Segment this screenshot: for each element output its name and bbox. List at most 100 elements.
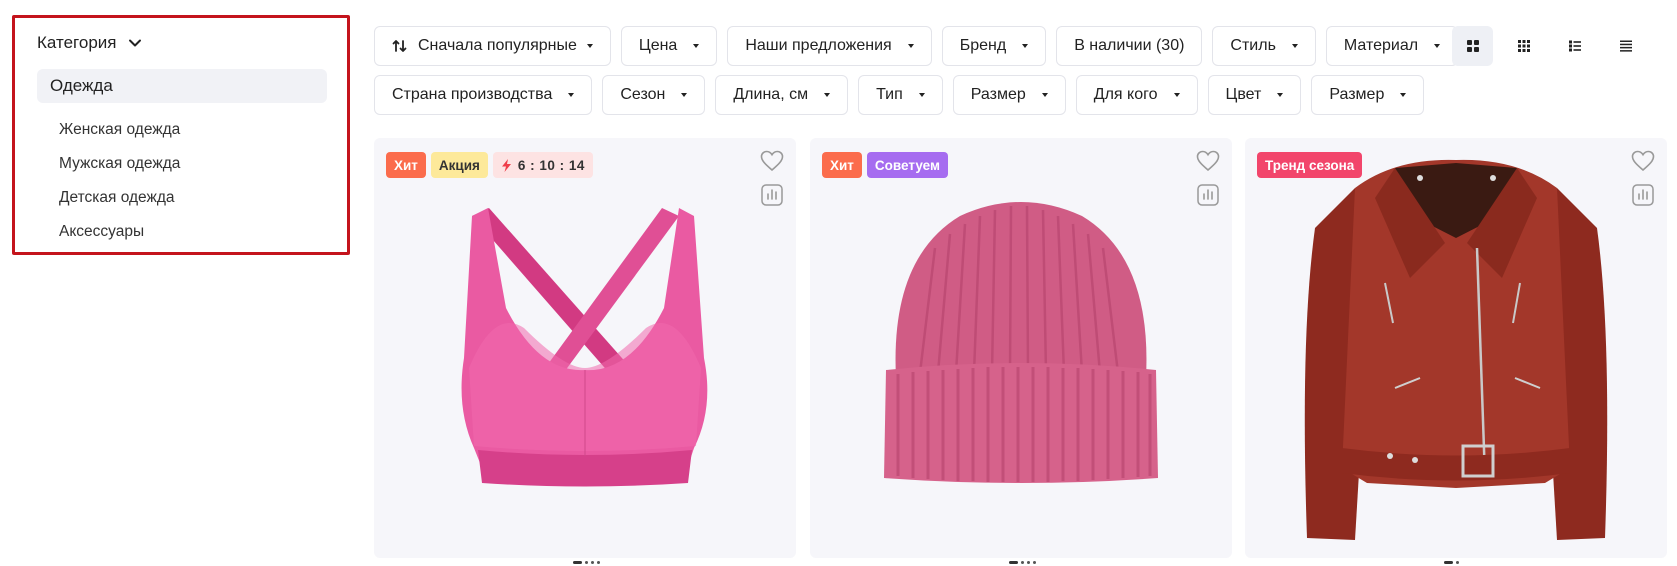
filter-label: Бренд — [959, 37, 1007, 54]
product-image-beanie[interactable] — [810, 138, 1232, 558]
category-item-active[interactable]: Одежда — [37, 69, 327, 103]
filter-in-stock[interactable]: В наличии (30) — [1056, 26, 1203, 66]
card-actions — [760, 150, 784, 206]
category-title: Категория — [37, 33, 117, 52]
filter-label: Цвет — [1225, 86, 1262, 103]
compare-icon[interactable] — [1632, 184, 1654, 206]
filter-country[interactable]: Страна производства — [374, 75, 593, 115]
carousel-dot[interactable] — [591, 561, 594, 564]
filter-size[interactable]: Размер — [952, 75, 1066, 115]
list-icon — [1568, 40, 1581, 52]
heart-icon[interactable] — [1631, 150, 1655, 172]
image-carousel-dots[interactable] — [1009, 561, 1036, 564]
card-actions — [1631, 150, 1655, 206]
filter-row-1: Сначала популярные Цена Наши предложения… — [374, 26, 1459, 66]
lightning-icon — [501, 158, 511, 172]
subcategory-label: Аксессуары — [59, 223, 145, 240]
filter-label: Цена — [638, 37, 678, 54]
compare-icon[interactable] — [761, 184, 783, 206]
card-actions — [1196, 150, 1220, 206]
filter-for-whom[interactable]: Для кого — [1075, 75, 1198, 115]
subcategory-label: Детская одежда — [59, 189, 175, 206]
badge-hit: Хит — [386, 152, 426, 178]
badge-group: Хит Советуем — [822, 152, 948, 178]
category-sidebar: Категория Одежда Женская одежда Мужская … — [12, 15, 350, 255]
carousel-dot[interactable] — [597, 561, 600, 564]
product-image-sports-bra[interactable] — [374, 138, 796, 558]
badge-recommend: Советуем — [866, 152, 948, 178]
caret-down-icon — [1173, 93, 1180, 97]
countdown-timer: 6 : 10 : 14 — [492, 152, 593, 178]
badge-group: Хит Акция 6 : 10 : 14 — [386, 152, 593, 178]
subcategory-label: Женская одежда — [59, 121, 181, 138]
subcategory-list: Женская одежда Мужская одежда Детская од… — [37, 113, 327, 249]
caret-down-icon — [918, 93, 925, 97]
subcategory-item-women[interactable]: Женская одежда — [37, 113, 327, 147]
caret-down-icon — [1041, 93, 1048, 97]
subcategory-item-men[interactable]: Мужская одежда — [37, 147, 327, 181]
category-active-label: Одежда — [50, 76, 113, 95]
view-list-button[interactable] — [1554, 26, 1595, 66]
view-grid-small-button[interactable] — [1503, 26, 1544, 66]
filter-season[interactable]: Сезон — [602, 75, 706, 115]
filter-label: Размер — [970, 86, 1026, 103]
filter-color[interactable]: Цвет — [1207, 75, 1302, 115]
caret-down-icon — [681, 93, 688, 97]
filter-label: Стиль — [1230, 37, 1276, 54]
filter-material[interactable]: Материал — [1325, 26, 1459, 66]
view-compact-list-button[interactable] — [1605, 26, 1646, 66]
filter-label: Размер — [1329, 86, 1385, 103]
product-card[interactable]: Тренд сезона — [1245, 138, 1667, 558]
caret-down-icon — [1291, 44, 1298, 48]
carousel-dot-active[interactable] — [573, 561, 582, 564]
carousel-dot-active[interactable] — [1009, 561, 1018, 564]
caret-down-icon — [1022, 44, 1029, 48]
heart-icon[interactable] — [760, 150, 784, 172]
filter-brand[interactable]: Бренд — [941, 26, 1047, 66]
filter-length[interactable]: Длина, см — [715, 75, 849, 115]
grid-small-icon — [1517, 40, 1530, 52]
subcategory-item-kids[interactable]: Детская одежда — [37, 181, 327, 215]
carousel-dot[interactable] — [585, 561, 588, 564]
view-grid-large-button[interactable] — [1452, 26, 1493, 66]
filter-type[interactable]: Тип — [858, 75, 943, 115]
product-card[interactable]: Хит Советуем — [810, 138, 1232, 558]
chevron-down-icon — [129, 39, 142, 47]
carousel-dot[interactable] — [1027, 561, 1030, 564]
badge-hit: Хит — [822, 152, 862, 178]
carousel-dot[interactable] — [1033, 561, 1036, 564]
sort-label: Сначала популярные — [418, 37, 577, 54]
filter-label: Сезон — [620, 86, 666, 103]
image-carousel-dots[interactable] — [1444, 561, 1459, 564]
subcategory-item-accessories[interactable]: Аксессуары — [37, 215, 327, 249]
timer-value: 6 : 10 : 14 — [517, 157, 585, 173]
caret-down-icon — [907, 44, 914, 48]
filter-style[interactable]: Стиль — [1212, 26, 1316, 66]
carousel-dot[interactable] — [1021, 561, 1024, 564]
product-image-leather-jacket[interactable] — [1245, 138, 1667, 558]
carousel-dot[interactable] — [1456, 561, 1459, 564]
category-header[interactable]: Категория — [37, 28, 327, 58]
image-carousel-dots[interactable] — [573, 561, 600, 564]
carousel-dot-active[interactable] — [1444, 561, 1453, 564]
caret-down-icon — [693, 44, 700, 48]
badge-trend: Тренд сезона — [1257, 152, 1363, 178]
caret-down-icon — [1400, 93, 1407, 97]
filter-label: Наши предложения — [745, 37, 892, 54]
heart-icon[interactable] — [1196, 150, 1220, 172]
filter-size-2[interactable]: Размер — [1311, 75, 1425, 115]
sort-button[interactable]: Сначала популярные — [374, 26, 611, 66]
filter-label: Материал — [1343, 37, 1419, 54]
badge-sale: Акция — [430, 152, 488, 178]
caret-down-icon — [1434, 44, 1441, 48]
caret-down-icon — [824, 93, 831, 97]
badge-group: Тренд сезона — [1257, 152, 1363, 178]
compare-icon[interactable] — [1197, 184, 1219, 206]
view-mode-switcher — [1452, 26, 1646, 66]
filter-label: В наличии (30) — [1074, 37, 1185, 54]
filter-price[interactable]: Цена — [620, 26, 718, 66]
caret-down-icon — [568, 93, 575, 97]
product-card[interactable]: Хит Акция 6 : 10 : 14 — [374, 138, 796, 558]
filter-offers[interactable]: Наши предложения — [727, 26, 932, 66]
sort-icon — [392, 40, 407, 52]
